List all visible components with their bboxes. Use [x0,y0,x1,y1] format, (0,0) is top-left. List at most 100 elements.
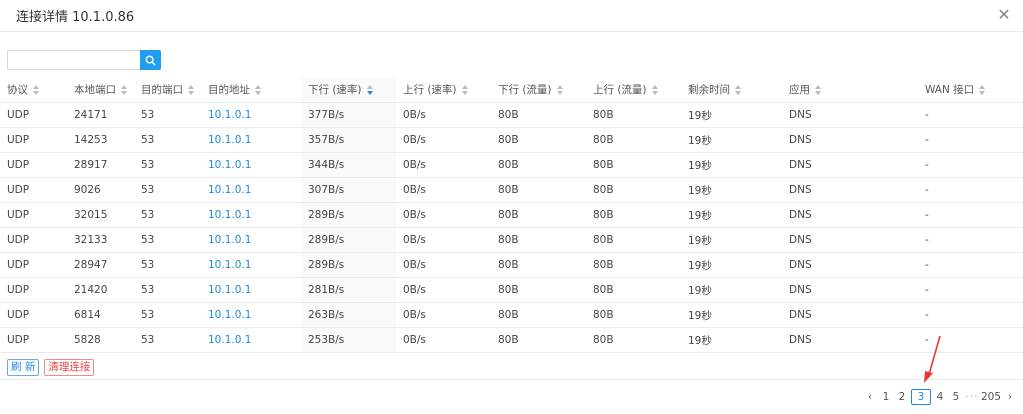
page-5[interactable]: 5 [949,391,963,403]
sort-icon [255,85,261,95]
table-cell: 0B/s [396,102,491,128]
table-cell: DNS [782,277,918,303]
clear-connections-button[interactable]: 清理连接 [44,359,95,376]
table-cell: 80B [491,277,586,303]
next-page-button[interactable]: › [1003,391,1017,403]
close-icon[interactable]: ✕ [995,6,1013,24]
table-cell: 53 [134,327,201,353]
sort-icon [979,85,986,95]
table-cell: 80B [491,177,586,203]
table-cell: DNS [782,127,918,153]
table-cell[interactable]: 10.1.0.1 [201,177,301,203]
table-cell: 19秒 [681,127,782,153]
sort-icon [33,85,39,95]
table-cell: 0B/s [396,302,491,328]
table-cell[interactable]: 10.1.0.1 [201,102,301,128]
table-cell: 0B/s [396,152,491,178]
table-cell: 80B [586,277,681,303]
prev-page-button[interactable]: ‹ [863,391,877,403]
table-cell: DNS [782,327,918,353]
table-cell: 53 [134,227,201,253]
table-cell: 28917 [67,152,134,178]
table-cell: DNS [782,227,918,253]
col-header-wan-interface[interactable]: WAN 接口 [918,77,1023,103]
table-cell: - [918,277,1023,303]
table-cell: 53 [134,177,201,203]
table-cell[interactable]: 10.1.0.1 [201,327,301,353]
table-cell: 0B/s [396,327,491,353]
table-cell: UDP [0,102,67,128]
table-cell: 80B [491,302,586,328]
page-3-current[interactable]: 3 [910,389,931,405]
col-header-protocol[interactable]: 协议 [0,77,67,103]
pagination: ‹ 1 2 3 4 5 ··· 205 › [862,389,1018,405]
table-cell[interactable]: 10.1.0.1 [201,302,301,328]
refresh-button[interactable]: 刷 新 [7,359,40,376]
col-header-dest-address[interactable]: 目的地址 [201,77,301,103]
table-cell: 80B [586,152,681,178]
table-row: UDP 6814 53 10.1.0.1 263B/s 0B/s 80B 80B 19秒 DNS - [0,302,1023,328]
table-cell: 32015 [67,202,134,228]
search-button[interactable] [140,50,161,70]
table-cell: 80B [491,102,586,128]
page-last[interactable]: 205 [981,391,1001,403]
col-header-up-traffic[interactable]: 上行 (流量) [586,77,681,103]
table-row: UDP 14253 53 10.1.0.1 357B/s 0B/s 80B 80B 19秒 DNS… [0,127,1023,153]
table-cell: 0B/s [396,252,491,278]
page-4[interactable]: 4 [933,391,947,403]
table-actions: 刷 新 清理连接 [7,359,95,376]
table-cell: DNS [782,177,918,203]
page-1[interactable]: 1 [879,391,893,403]
sort-icon [651,85,658,95]
table-cell: 377B/s [301,102,396,128]
sort-icon [815,85,821,95]
col-header-remaining-time[interactable]: 剩余时间 [681,77,782,103]
table-cell: 289B/s [301,227,396,253]
table-cell: UDP [0,277,67,303]
col-header-down-rate[interactable]: 下行 (速率) [301,77,396,103]
col-header-local-port[interactable]: 本地端口 [67,77,134,103]
table-cell: 80B [586,327,681,353]
col-header-up-rate[interactable]: 上行 (速率) [396,77,491,103]
col-header-application[interactable]: 应用 [782,77,918,103]
table-cell: DNS [782,252,918,278]
table-cell: UDP [0,252,67,278]
table-cell[interactable]: 10.1.0.1 [201,277,301,303]
table-cell: UDP [0,302,67,328]
table-cell: 80B [491,127,586,153]
sort-desc-icon [366,85,373,95]
col-header-dest-port[interactable]: 目的端口 [134,77,201,103]
table-cell: 0B/s [396,127,491,153]
table-cell[interactable]: 10.1.0.1 [201,202,301,228]
table-cell[interactable]: 10.1.0.1 [201,227,301,253]
table-cell: 0B/s [396,177,491,203]
table-cell[interactable]: 10.1.0.1 [201,127,301,153]
search-input[interactable] [7,50,140,70]
table-cell: 80B [491,327,586,353]
table-cell: - [918,302,1023,328]
table-cell: DNS [782,152,918,178]
table-cell: 19秒 [681,202,782,228]
table-cell: 19秒 [681,177,782,203]
table-cell: 53 [134,127,201,153]
col-header-down-traffic[interactable]: 下行 (流量) [491,77,586,103]
table-cell: 253B/s [301,327,396,353]
table-cell: 80B [491,202,586,228]
table-cell: UDP [0,152,67,178]
sort-icon [556,85,563,95]
page-2[interactable]: 2 [895,391,909,403]
table-cell: 53 [134,277,201,303]
pagination-ellipsis[interactable]: ··· [965,391,979,403]
table-cell: 80B [586,102,681,128]
table-cell[interactable]: 10.1.0.1 [201,152,301,178]
table-cell[interactable]: 10.1.0.1 [201,252,301,278]
table-cell: 6814 [67,302,134,328]
table-cell: 21420 [67,277,134,303]
table-cell: UDP [0,227,67,253]
table-cell: - [918,252,1023,278]
table-cell: 19秒 [681,327,782,353]
table-cell: - [918,102,1023,128]
search-bar [7,50,161,70]
table-cell: 9026 [67,177,134,203]
table-cell: 357B/s [301,127,396,153]
